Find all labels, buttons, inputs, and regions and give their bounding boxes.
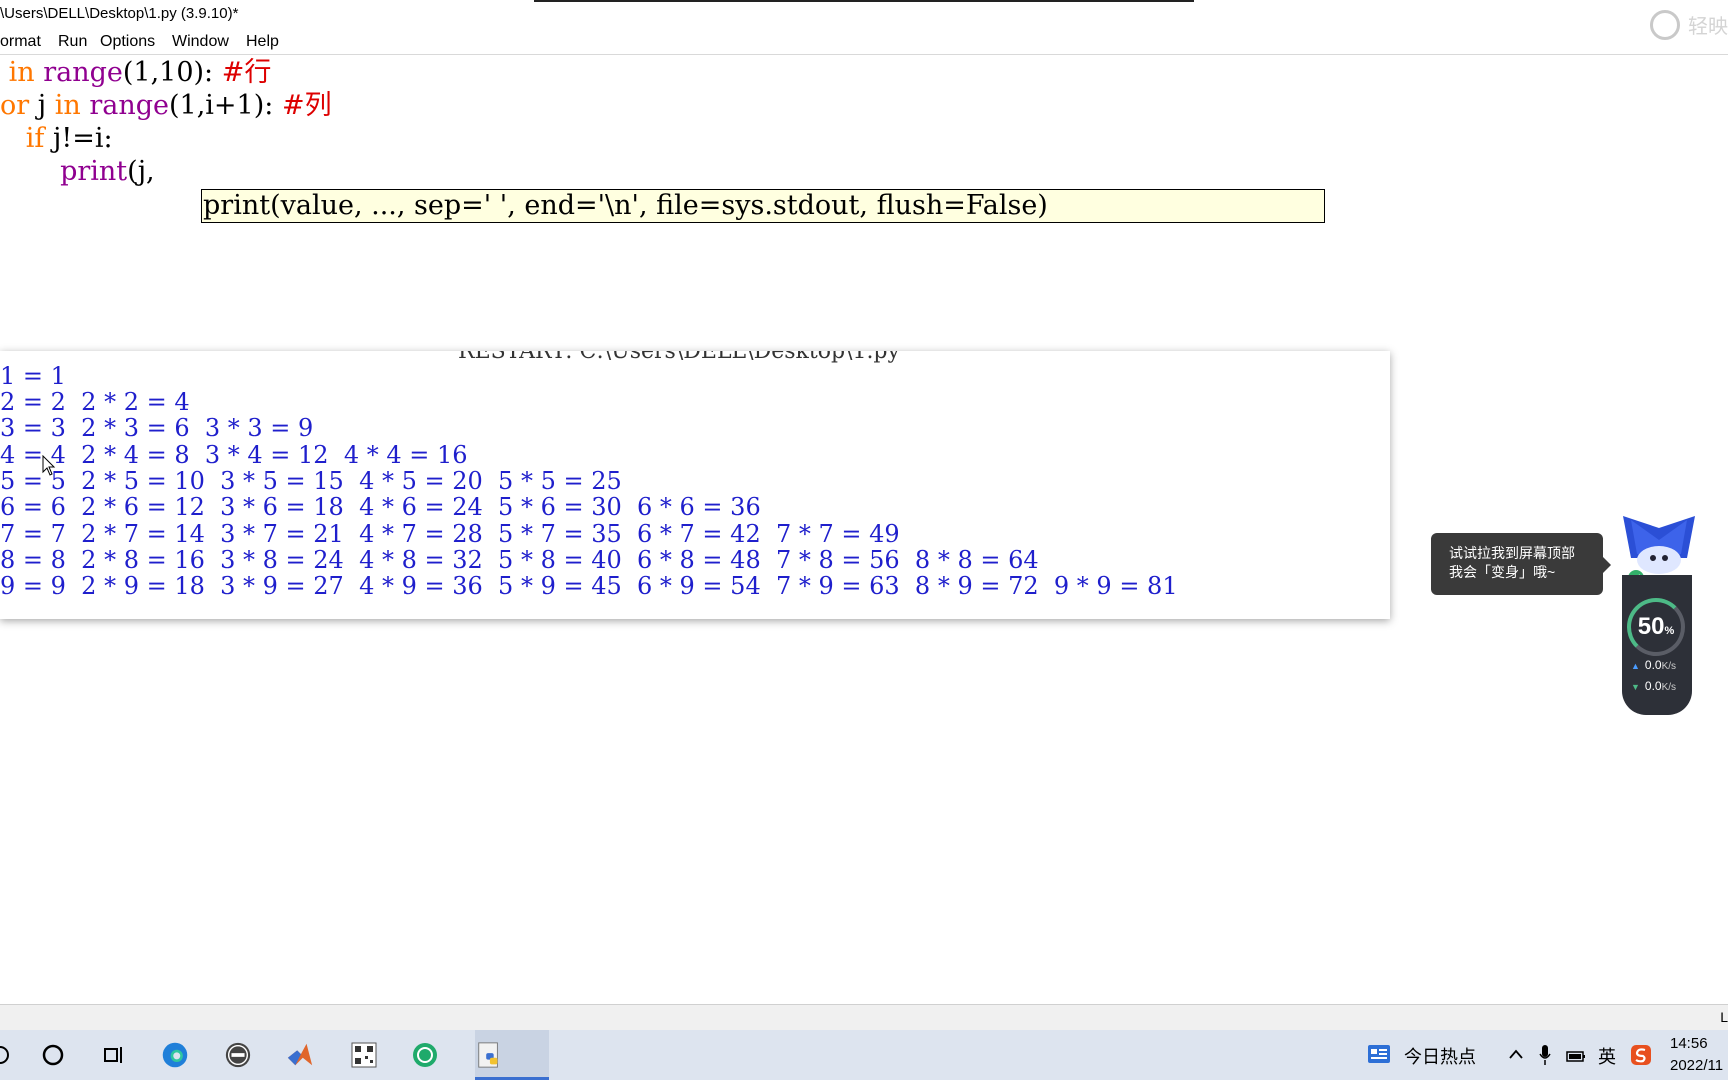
menu-help[interactable]: Help [246, 30, 279, 54]
output-line-9: 9 = 9 2 * 9 = 18 3 * 9 = 27 4 * 9 = 36 5… [0, 572, 1178, 600]
widget-tooltip: 试试拉我到屏幕顶部 我会「变身」哦~ [1431, 533, 1611, 595]
memory-percent-gauge: 50% [1627, 598, 1685, 656]
menu-bar: ormat Run Options Window Help [0, 30, 1728, 54]
news-widget-icon[interactable] [1367, 1043, 1391, 1065]
search-circle-icon[interactable] [39, 1041, 67, 1069]
menu-run[interactable]: Run [58, 30, 87, 54]
dell-app-icon[interactable] [224, 1041, 252, 1069]
calltip-popup: print(value, ..., sep=' ', end='\n', fil… [201, 189, 1325, 223]
tooltip-line-1: 试试拉我到屏幕顶部 [1449, 545, 1575, 561]
chevron-up-icon[interactable] [1508, 1048, 1524, 1060]
clock-date: 2022/11 [1670, 1057, 1724, 1074]
output-line-7: 7 = 7 2 * 7 = 14 3 * 7 = 21 4 * 7 = 28 5… [0, 520, 900, 548]
mouse-cursor-icon [42, 455, 56, 476]
task-view-icon[interactable] [100, 1041, 128, 1069]
status-text: L [1720, 1009, 1728, 1025]
upload-speed: ▲ 0.0K/s [1631, 658, 1677, 672]
code-line-3: if j!=i: [25, 123, 113, 154]
recorder-app-icon[interactable] [411, 1041, 439, 1069]
microphone-icon[interactable] [1538, 1044, 1552, 1066]
top-divider [534, 0, 1194, 2]
menu-options[interactable]: Options [100, 30, 155, 54]
battery-icon[interactable] [1566, 1046, 1588, 1064]
taskbar-clock[interactable]: 14:56 2022/11 [1670, 1033, 1723, 1077]
menu-separator [0, 54, 1728, 55]
mascot-icon [1623, 516, 1695, 580]
output-line-8: 8 = 8 2 * 8 = 16 3 * 8 = 24 4 * 8 = 32 5… [0, 546, 1039, 574]
hot-news-label[interactable]: 今日热点 [1404, 1043, 1476, 1069]
sogou-input-icon[interactable] [1630, 1044, 1652, 1066]
start-partial-icon[interactable] [0, 1041, 14, 1069]
code-line-4: print(j, [60, 156, 155, 187]
title-bar: \Users\DELL\Desktop\1.py (3.9.10)* [0, 0, 1728, 28]
qr-app-icon[interactable] [350, 1041, 378, 1069]
shell-output-window[interactable]: RESTART: C:\Users\DELL\Desktop\1.py 1 = … [0, 351, 1390, 619]
code-line-1: in range(1,10): #行 [8, 57, 272, 88]
clock-time: 14:56 [1670, 1035, 1708, 1052]
tooltip-line-2: 我会「变身」哦~ [1449, 564, 1556, 580]
window-title: \Users\DELL\Desktop\1.py (3.9.10)* [0, 5, 239, 22]
output-line-5: 5 = 5 2 * 5 = 10 3 * 5 = 15 4 * 5 = 20 5… [0, 467, 622, 495]
edge-browser-icon[interactable] [161, 1041, 189, 1069]
code-editor[interactable]: in range(1,10): #行 or j in range(1,i+1):… [0, 56, 332, 221]
output-line-4: 4 = 4 2 * 4 = 8 3 * 4 = 12 4 * 4 = 16 [0, 441, 468, 469]
download-speed: ▼ 0.0K/s [1631, 679, 1677, 693]
code-line-2: or j in range(1,i+1): #列 [0, 90, 332, 121]
status-bar: L [0, 1004, 1728, 1031]
output-line-3: 3 = 3 2 * 3 = 6 3 * 3 = 9 [0, 414, 314, 442]
output-line-2: 2 = 2 2 * 2 = 4 [0, 388, 190, 416]
output-line-1: 1 = 1 [0, 362, 66, 390]
menu-window[interactable]: Window [172, 30, 229, 54]
python-idle-icon[interactable] [475, 1041, 503, 1069]
network-speed-widget[interactable]: 50% ▲ 0.0K/s ▼ 0.0K/s [1617, 510, 1701, 715]
output-line-6: 6 = 6 2 * 6 = 12 3 * 6 = 18 4 * 6 = 24 5… [0, 493, 761, 521]
ime-indicator[interactable]: 英 [1598, 1043, 1616, 1069]
matlab-icon[interactable] [286, 1041, 314, 1069]
menu-format[interactable]: ormat [0, 30, 41, 54]
restart-banner: RESTART: C:\Users\DELL\Desktop\1.py [458, 351, 900, 364]
